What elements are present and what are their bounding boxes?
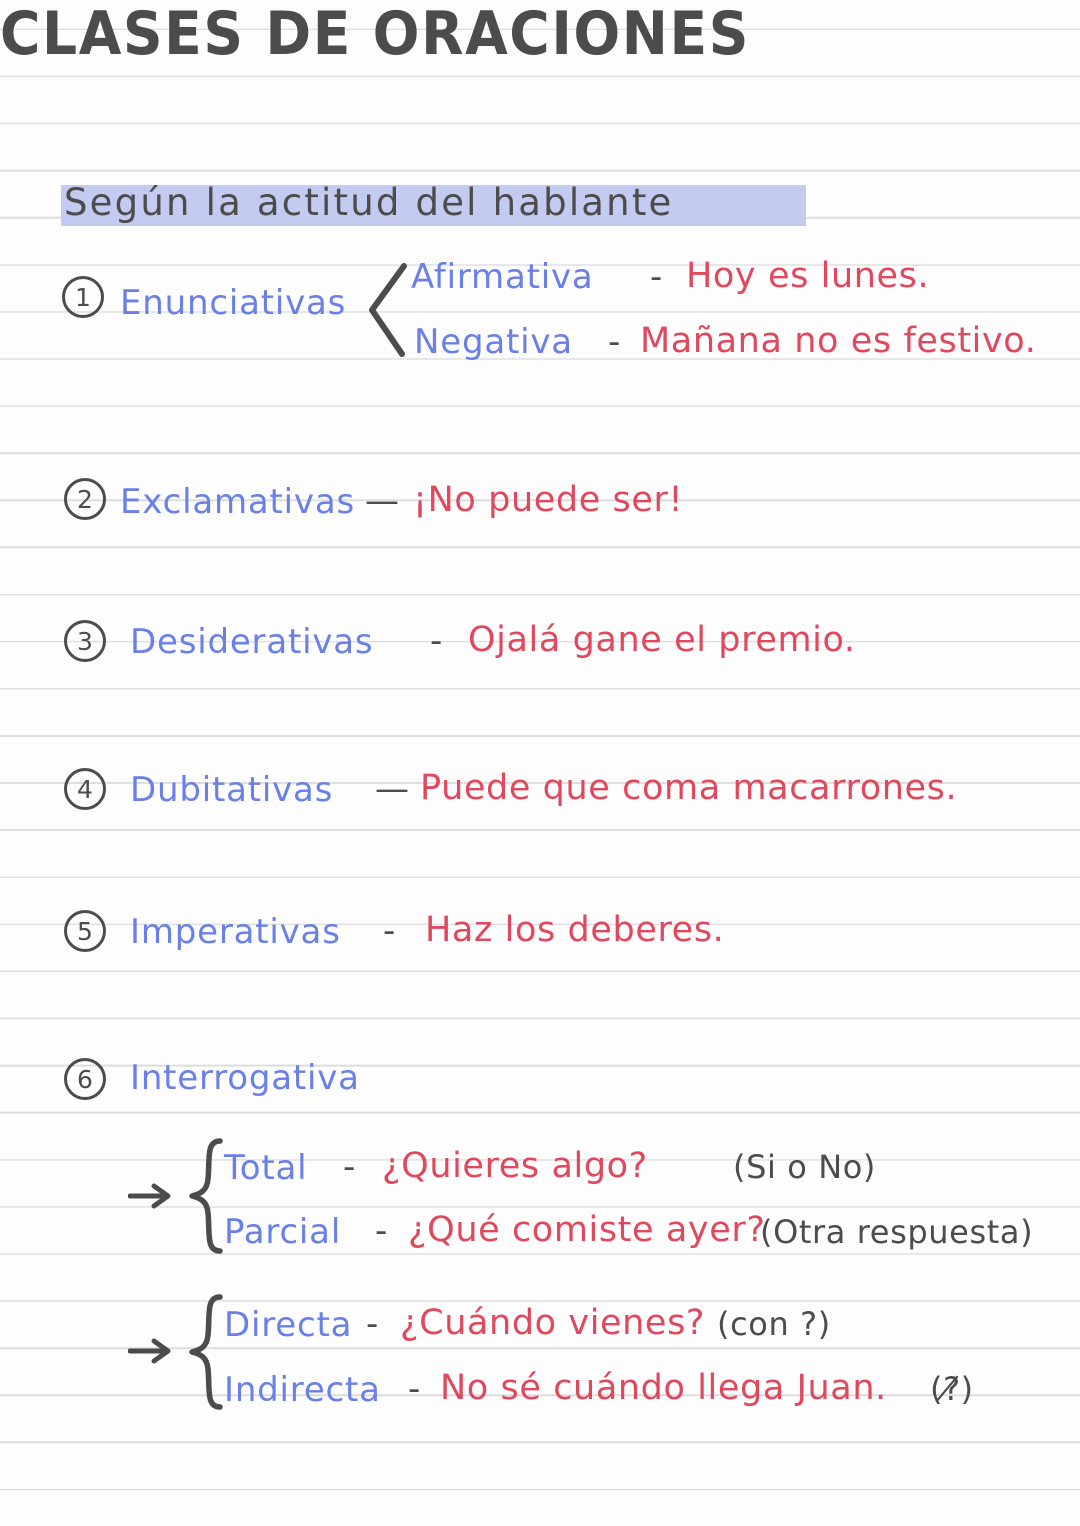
arrow-right-icon-1: [128, 1183, 171, 1209]
dash-total: -: [343, 1147, 356, 1187]
entry-number-4: 4: [64, 768, 106, 810]
example-negativa: Mañana no es festivo.: [640, 321, 1037, 361]
page-title: CLASES DE ORACIONES: [0, 0, 750, 69]
entry-number-3: 3: [64, 620, 106, 662]
note-parcial: (Otra respuesta): [760, 1213, 1034, 1251]
example-indirecta: No sé cuándo llega Juan.: [440, 1368, 887, 1408]
entry-label-imperativas: Imperativas: [130, 912, 341, 952]
entry-number-6: 6: [64, 1058, 106, 1100]
example-desiderativas: Ojalá gane el premio.: [468, 620, 856, 660]
sub-label-parcial: Parcial: [224, 1212, 342, 1252]
entry-label-dubitativas: Dubitativas: [130, 770, 334, 810]
sub-label-afirmativa: Afirmativa: [411, 257, 594, 297]
note-indirecta: (?̸): [930, 1370, 974, 1408]
dash-indirecta: -: [408, 1369, 421, 1409]
entry-label-interrogativa: Interrogativa: [130, 1058, 360, 1098]
example-total: ¿Quieres algo?: [382, 1146, 648, 1186]
dash-negativa: -: [608, 322, 621, 362]
entry-label-exclamativas: Exclamativas: [120, 482, 355, 522]
arrow-right-icon-2: [128, 1338, 171, 1364]
subtitle-block: Según la actitud del hablante: [61, 181, 806, 226]
example-dubitativas: Puede que coma macarrones.: [420, 768, 958, 808]
entry-label-enunciativas: Enunciativas: [120, 283, 347, 323]
note-total: (Si o No): [733, 1148, 877, 1186]
example-imperativas: Haz los deberes.: [425, 910, 725, 950]
dash-dubitativas: —: [375, 769, 410, 809]
entry-number-2: 2: [64, 478, 106, 520]
note-directa: (con ?): [717, 1305, 831, 1343]
dash-imperativas: -: [383, 911, 396, 951]
dash-afirmativa: -: [650, 257, 663, 297]
example-exclamativas: ¡No puede ser!: [413, 480, 684, 520]
sub-label-indirecta: Indirecta: [224, 1370, 381, 1410]
ruled-lines: [0, 0, 1080, 1526]
entry-number-1: 1: [62, 276, 104, 318]
sub-label-negativa: Negativa: [414, 322, 573, 362]
dash-desiderativas: -: [430, 621, 443, 661]
subtitle-text: Según la actitud del hablante: [64, 181, 674, 224]
example-parcial: ¿Qué comiste ayer?: [408, 1210, 766, 1250]
curly-brace-icon-2: [189, 1294, 223, 1410]
angle-bracket-icon: [369, 263, 407, 357]
dash-parcial: -: [375, 1211, 388, 1251]
sub-label-directa: Directa: [224, 1305, 353, 1345]
entry-label-desiderativas: Desiderativas: [130, 622, 374, 662]
dash-exclamativas: —: [365, 481, 400, 521]
curly-brace-icon-1: [189, 1138, 223, 1254]
example-directa: ¿Cuándo vienes?: [400, 1303, 706, 1343]
sub-label-total: Total: [224, 1148, 308, 1188]
dash-directa: -: [366, 1304, 379, 1344]
notebook-page: CLASES DE ORACIONES Según la actitud del…: [0, 0, 1080, 1526]
entry-number-5: 5: [64, 910, 106, 952]
example-afirmativa: Hoy es lunes.: [686, 256, 930, 296]
